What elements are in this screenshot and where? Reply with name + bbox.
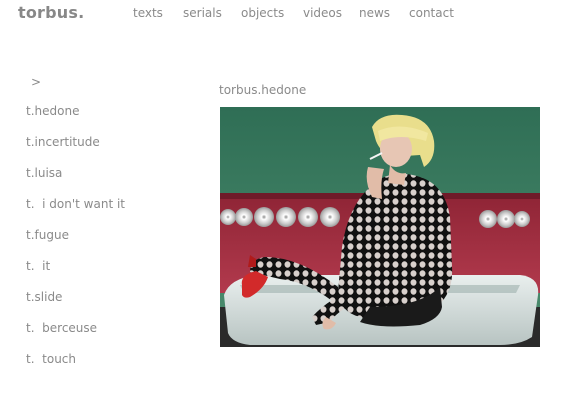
nav-item-news[interactable]: news: [359, 6, 390, 20]
video-player[interactable]: [220, 107, 540, 347]
sidebar-item-it[interactable]: t. it: [26, 259, 50, 273]
nav-item-videos[interactable]: videos: [303, 6, 342, 20]
nav-item-texts[interactable]: texts: [133, 6, 163, 20]
nav-item-objects[interactable]: objects: [241, 6, 284, 20]
sidebar-item-touch[interactable]: t. touch: [26, 352, 76, 366]
video-title: torbus.hedone: [219, 83, 307, 97]
nav-item-contact[interactable]: contact: [409, 6, 454, 20]
sidebar-item-slide[interactable]: t.slide: [26, 290, 62, 304]
sidebar-item-incertitude[interactable]: t.incertitude: [26, 135, 100, 149]
sidebar-item-i-dont-want-it[interactable]: t. i don't want it: [26, 197, 125, 211]
sidebar-item-berceuse[interactable]: t. berceuse: [26, 321, 97, 335]
nav-item-serials[interactable]: serials: [183, 6, 222, 20]
site-logo[interactable]: torbus.: [18, 3, 84, 22]
sidebar-item-hedone[interactable]: t.hedone: [26, 104, 79, 118]
sidebar-item-luisa[interactable]: t.luisa: [26, 166, 62, 180]
sidebar-item-fugue[interactable]: t.fugue: [26, 228, 69, 242]
sidebar-arrow-icon[interactable]: >: [31, 75, 41, 89]
video-still-image: [220, 107, 540, 347]
page: torbus. texts serials objects videos new…: [0, 0, 563, 404]
